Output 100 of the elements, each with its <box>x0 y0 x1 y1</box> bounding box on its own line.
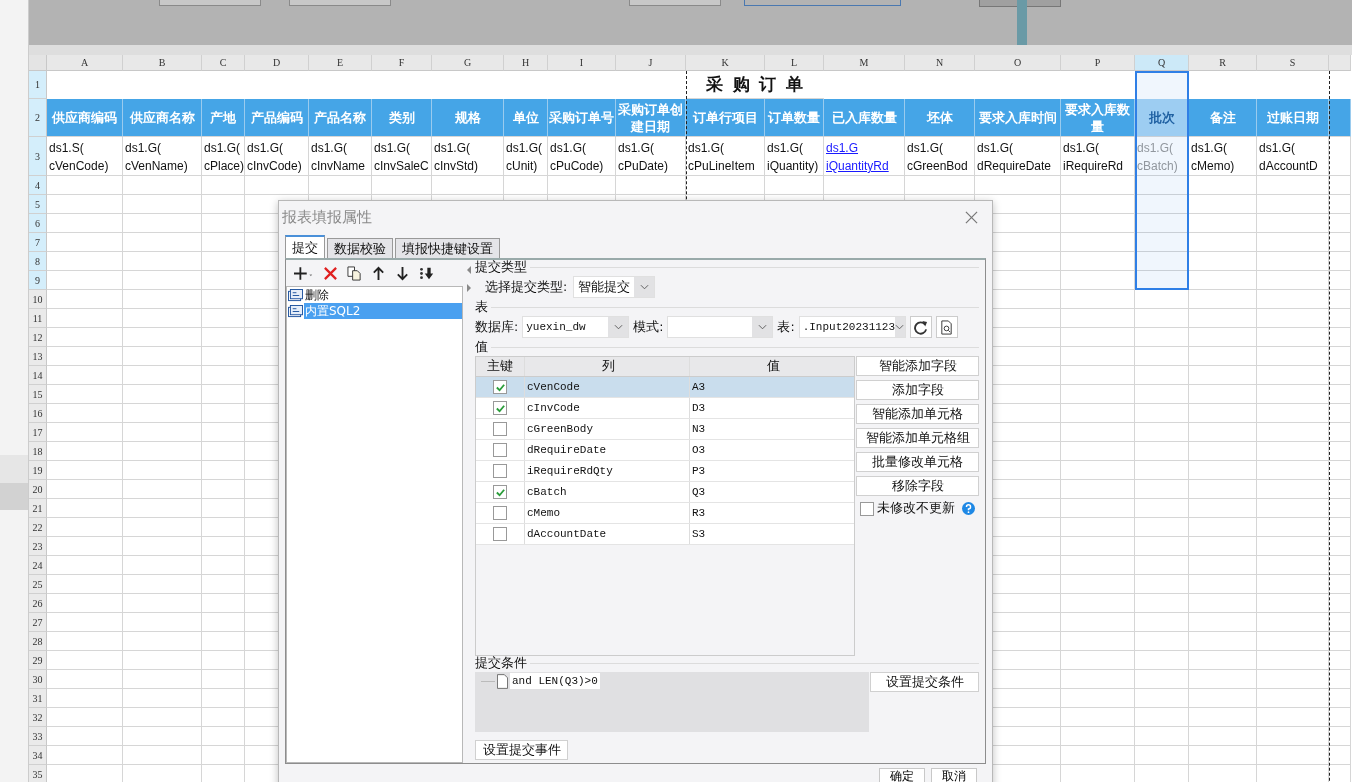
row-number[interactable]: 9 <box>29 271 47 290</box>
row-number[interactable]: 14 <box>29 366 47 385</box>
column-letter[interactable]: M <box>824 55 905 71</box>
tab[interactable]: 提交 <box>285 235 325 258</box>
row-number[interactable]: 2 <box>29 99 47 137</box>
row-number[interactable]: 3 <box>29 137 47 176</box>
column-letter[interactable]: R <box>1189 55 1257 71</box>
checkbox[interactable] <box>493 422 507 436</box>
row-number[interactable]: 21 <box>29 499 47 518</box>
column-letter[interactable]: S <box>1257 55 1329 71</box>
checkbox[interactable] <box>493 443 507 457</box>
list-item[interactable]: 删除 <box>304 287 463 303</box>
row-number[interactable]: 18 <box>29 442 47 461</box>
row-number[interactable]: 33 <box>29 727 47 746</box>
checkbox[interactable] <box>860 501 874 516</box>
action-button[interactable]: 智能添加单元格 <box>856 404 979 424</box>
type-dropdown[interactable]: 智能提交 <box>573 276 656 298</box>
row-number[interactable]: 23 <box>29 537 47 556</box>
checkbox[interactable] <box>493 506 507 520</box>
row-number[interactable]: 12 <box>29 328 47 347</box>
column-letter[interactable]: B <box>123 55 202 71</box>
tab[interactable]: 填报快捷键设置 <box>395 238 500 258</box>
column-letter[interactable]: K <box>686 55 765 71</box>
row-number[interactable]: 30 <box>29 670 47 689</box>
row-number[interactable]: 15 <box>29 385 47 404</box>
dialog-button[interactable]: 确定 <box>879 768 925 782</box>
table-row[interactable]: iRequireRdQty P3 <box>476 461 854 482</box>
action-button[interactable]: 智能添加字段 <box>856 356 979 376</box>
row-number[interactable]: 5 <box>29 195 47 214</box>
help-icon[interactable] <box>962 502 975 515</box>
row-number[interactable]: 19 <box>29 461 47 480</box>
action-button[interactable]: 添加字段 <box>856 380 979 400</box>
up-arrow-icon[interactable] <box>371 265 386 281</box>
refresh-button[interactable] <box>909 316 932 338</box>
preview-button[interactable] <box>935 316 958 338</box>
column-letter[interactable]: P <box>1061 55 1135 71</box>
table-dropdown[interactable]: .Input20231123 <box>798 316 906 338</box>
table-row[interactable]: cVenCode A3 <box>476 377 854 398</box>
column-letter[interactable]: E <box>309 55 372 71</box>
checkbox[interactable] <box>493 485 507 499</box>
row-number[interactable]: 35 <box>29 765 47 782</box>
event-button[interactable]: 设置提交事件 <box>475 740 568 760</box>
row-number[interactable]: 13 <box>29 347 47 366</box>
condition-button[interactable]: 设置提交条件 <box>870 672 979 692</box>
table-row[interactable]: cBatch Q3 <box>476 482 854 503</box>
column-letter[interactable]: C <box>202 55 245 71</box>
checkbox[interactable] <box>493 401 507 415</box>
column-letter[interactable]: A <box>47 55 123 71</box>
splitter-arrows-icon[interactable] <box>466 264 473 294</box>
checkbox[interactable] <box>493 464 507 478</box>
checkbox[interactable] <box>493 380 507 394</box>
column-letter[interactable]: G <box>432 55 504 71</box>
row-number[interactable]: 17 <box>29 423 47 442</box>
row-number[interactable]: 10 <box>29 290 47 309</box>
row-number[interactable]: 7 <box>29 233 47 252</box>
condition-item[interactable]: and LEN(Q3)>0 <box>510 673 600 689</box>
column-letter[interactable]: F <box>372 55 432 71</box>
column-letter[interactable]: J <box>616 55 686 71</box>
add-icon[interactable] <box>294 265 314 281</box>
column-letter[interactable]: D <box>245 55 309 71</box>
row-number[interactable]: 32 <box>29 708 47 727</box>
row-number[interactable]: 27 <box>29 613 47 632</box>
close-icon[interactable] <box>965 210 978 224</box>
column-letter[interactable]: H <box>504 55 548 71</box>
action-button[interactable]: 智能添加单元格组 <box>856 428 979 448</box>
row-number[interactable]: 31 <box>29 689 47 708</box>
row-number[interactable]: 24 <box>29 556 47 575</box>
row-number[interactable]: 29 <box>29 651 47 670</box>
dialog-button[interactable]: 取消 <box>931 768 977 782</box>
move-bottom-icon[interactable] <box>419 265 434 281</box>
row-number[interactable]: 8 <box>29 252 47 271</box>
row-number[interactable]: 6 <box>29 214 47 233</box>
row-number[interactable]: 20 <box>29 480 47 499</box>
table-row[interactable]: dRequireDate O3 <box>476 440 854 461</box>
row-number[interactable]: 4 <box>29 176 47 195</box>
copy-icon[interactable] <box>347 265 362 281</box>
tab[interactable]: 数据校验 <box>327 238 393 258</box>
table-row[interactable]: dAccountDate S3 <box>476 524 854 545</box>
row-number[interactable]: 11 <box>29 309 47 328</box>
database-dropdown[interactable]: yuexin_dw <box>522 316 630 338</box>
column-letter[interactable]: Q <box>1135 55 1189 71</box>
column-letter[interactable]: I <box>548 55 616 71</box>
row-number[interactable]: 22 <box>29 518 47 537</box>
action-button[interactable]: 移除字段 <box>856 476 979 496</box>
row-number[interactable]: 34 <box>29 746 47 765</box>
table-row[interactable]: cMemo R3 <box>476 503 854 524</box>
column-letter[interactable]: L <box>765 55 824 71</box>
row-number[interactable]: 25 <box>29 575 47 594</box>
column-letter[interactable]: N <box>905 55 975 71</box>
column-letter[interactable]: O <box>975 55 1061 71</box>
row-number[interactable]: 28 <box>29 632 47 651</box>
table-row[interactable]: cInvCode D3 <box>476 398 854 419</box>
checkbox[interactable] <box>493 527 507 541</box>
action-button[interactable]: 批量修改单元格 <box>856 452 979 472</box>
down-arrow-icon[interactable] <box>395 265 410 281</box>
row-number[interactable]: 16 <box>29 404 47 423</box>
table-row[interactable]: cGreenBody N3 <box>476 419 854 440</box>
delete-icon[interactable] <box>323 265 338 281</box>
row-number[interactable]: 26 <box>29 594 47 613</box>
row-number[interactable]: 1 <box>29 71 47 99</box>
